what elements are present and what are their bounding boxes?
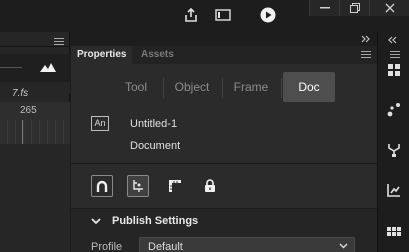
- chevron-down-icon[interactable]: [91, 218, 101, 225]
- profile-label: Profile: [91, 241, 123, 252]
- right-dock: [377, 32, 409, 252]
- tab-assets[interactable]: Assets: [135, 46, 180, 64]
- frame-number: 265: [20, 105, 37, 116]
- restore-icon[interactable]: [339, 0, 369, 16]
- document-type: Document: [130, 140, 181, 152]
- panel-menu-icon[interactable]: [361, 51, 371, 59]
- screen-icon[interactable]: [212, 4, 234, 26]
- tab-properties[interactable]: Properties: [71, 46, 133, 64]
- properties-panel: Properties Assets Tool Object Frame Doc …: [71, 32, 377, 252]
- color-grid-icon[interactable]: [378, 218, 409, 250]
- top-toolbar: [0, 0, 409, 32]
- fps-label: 7.fs: [12, 88, 29, 99]
- profile-select[interactable]: Default: [139, 237, 355, 252]
- collapse-arrows-icon[interactable]: [361, 35, 371, 43]
- publish-settings-heading[interactable]: Publish Settings: [112, 215, 198, 227]
- components-icon[interactable]: [378, 134, 409, 166]
- minimize-icon[interactable]: [309, 0, 339, 16]
- close-icon[interactable]: [369, 0, 409, 16]
- swatches-icon[interactable]: [378, 54, 409, 86]
- panel-tab-bar: Properties Assets: [71, 46, 377, 64]
- frame-ruler[interactable]: 265: [0, 102, 70, 120]
- motion-presets-icon[interactable]: [378, 94, 409, 126]
- frame-cells[interactable]: [0, 120, 70, 144]
- play-icon[interactable]: [257, 4, 279, 26]
- share-icon[interactable]: [180, 4, 202, 26]
- magnet-icon[interactable]: [91, 175, 113, 197]
- segment-object[interactable]: Object: [167, 72, 217, 102]
- segment-tool[interactable]: Tool: [115, 72, 157, 102]
- lock-icon[interactable]: [199, 175, 221, 197]
- snap-to-pixels-icon[interactable]: [127, 175, 149, 197]
- document-name: Untitled-1: [130, 118, 178, 130]
- timeline-panel: 7.fs 265: [0, 32, 70, 252]
- segment-frame[interactable]: Frame: [226, 72, 276, 102]
- animate-doc-badge: An: [91, 116, 109, 131]
- snap-ruler-icon[interactable]: [164, 175, 186, 197]
- collapse-arrows-icon[interactable]: [388, 36, 398, 44]
- profile-value: Default: [148, 241, 183, 252]
- timeline-toolbar: [0, 54, 70, 82]
- animate-window: 7.fs 265 Properties Assets Tool Object F…: [0, 0, 409, 252]
- chevron-down-icon: [339, 243, 348, 249]
- segment-doc[interactable]: Doc: [283, 72, 335, 102]
- mountain-icon[interactable]: [40, 62, 56, 72]
- panel-menu-icon[interactable]: [54, 38, 64, 46]
- graph-icon[interactable]: [378, 174, 409, 206]
- publish-settings-section: Publish Settings Profile Default: [71, 209, 377, 252]
